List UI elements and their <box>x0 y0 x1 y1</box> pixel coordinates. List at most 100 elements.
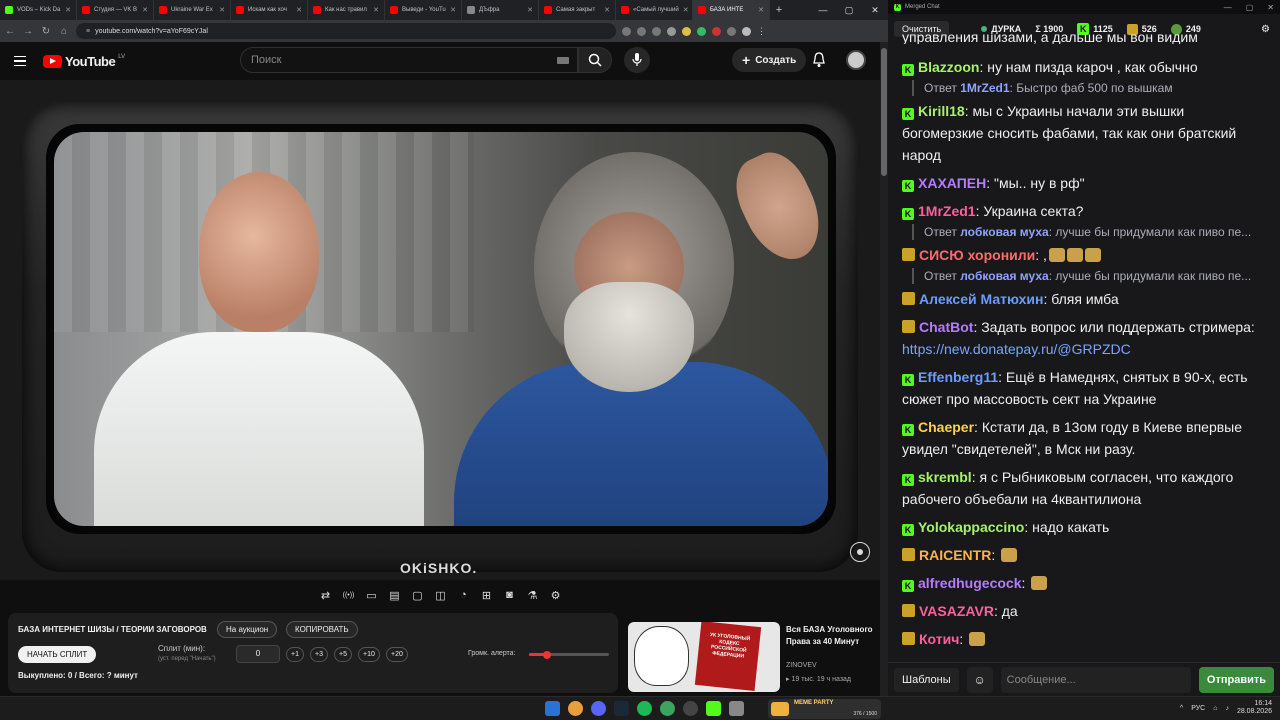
add-icon[interactable]: ⊞ <box>477 586 496 605</box>
chat-username[interactable]: Алексей Матюхин <box>919 291 1043 307</box>
chat-username[interactable]: RAICENTR <box>919 547 991 563</box>
home-icon[interactable]: ⌂ <box>58 26 70 37</box>
spotify-icon[interactable] <box>637 701 652 716</box>
chat-username[interactable]: skrembl <box>918 469 972 485</box>
chat-username[interactable]: Котич <box>919 631 959 647</box>
voice-search-button[interactable] <box>624 47 650 73</box>
chat-username[interactable]: СИСЮ хоронили <box>919 247 1035 263</box>
start-split-button[interactable]: НАЧАТЬ СПЛИТ <box>18 646 97 663</box>
chat-username[interactable]: Effenberg11 <box>918 369 998 385</box>
browser-tab[interactable]: VODs – Kick Da ✕ <box>0 0 77 20</box>
auction-button[interactable]: На аукцион <box>217 621 278 638</box>
url-field[interactable]: ≡ youtube.com/watch?v=aYoF69cYJal <box>76 23 616 39</box>
extensions-puzzle-icon[interactable] <box>727 26 736 36</box>
tab-close-icon[interactable]: ✕ <box>683 6 689 14</box>
browser-tab[interactable]: БАЗА ИНТЕ ✕ <box>693 0 770 20</box>
browser-tab[interactable]: Ukraine War Ex ✕ <box>154 0 231 20</box>
network-icon[interactable]: ⌂ <box>1213 705 1217 712</box>
meme-party-widget[interactable]: MEME PARTY 376 / 1500 <box>768 699 881 719</box>
player-annotation-icon[interactable] <box>850 542 870 562</box>
close-icon[interactable]: ✕ <box>1267 3 1274 12</box>
scrollbar-thumb[interactable] <box>881 48 887 176</box>
speed-icon[interactable]: ◔ <box>454 586 473 605</box>
bell-icon[interactable] <box>812 52 826 68</box>
avatar[interactable] <box>846 50 866 70</box>
video-player[interactable]: OKiSHKO. <box>0 80 880 580</box>
frame-icon[interactable]: ▢ <box>408 586 427 605</box>
copy-button[interactable]: КОПИРОВАТЬ <box>286 621 358 638</box>
volume-thumb[interactable] <box>542 650 551 659</box>
extension-icon[interactable] <box>682 26 691 36</box>
create-button[interactable]: + Создать <box>732 48 807 72</box>
windows-start-icon[interactable] <box>545 701 560 716</box>
increment-button[interactable]: +1 <box>286 647 304 662</box>
close-icon[interactable]: ✕ <box>862 0 888 20</box>
menu-dots-icon[interactable]: ⋮ <box>757 26 766 36</box>
tab-close-icon[interactable]: ✕ <box>373 6 379 14</box>
chat-username[interactable]: ХАХАПЕН <box>918 175 986 191</box>
tab-close-icon[interactable]: ✕ <box>65 6 71 14</box>
maximize-icon[interactable]: ▢ <box>1246 3 1254 12</box>
bookmark-star-icon[interactable] <box>667 26 676 36</box>
chat-username[interactable]: ChatBot <box>919 319 973 335</box>
chat-username[interactable]: alfredhugecock <box>918 575 1021 591</box>
minimize-icon[interactable]: — <box>1224 3 1232 12</box>
youtube-logo[interactable]: YouTube LV <box>43 54 125 69</box>
flask-icon[interactable]: ⚗ <box>523 586 542 605</box>
minimize-icon[interactable]: — <box>810 0 836 20</box>
increment-button[interactable]: +20 <box>386 647 408 662</box>
app-icon[interactable] <box>729 701 744 716</box>
tab-close-icon[interactable]: ✕ <box>296 6 302 14</box>
browser-tab[interactable]: Самая закрыт ✕ <box>539 0 616 20</box>
chat-username[interactable]: Chaeper <box>918 419 974 435</box>
recommended-title[interactable]: Вся БАЗА Уголовного Права за 40 Минут <box>786 624 876 648</box>
menu-icon[interactable] <box>14 55 26 67</box>
recommended-video[interactable]: УК УГОЛОВНЫЙ КОДЕКС РОССИЙСКОЙ ФЕДЕРАЦИИ… <box>628 622 878 694</box>
site-info-icon[interactable]: ≡ <box>86 28 90 35</box>
recommended-thumbnail[interactable]: УК УГОЛОВНЫЙ КОДЕКС РОССИЙСКОЙ ФЕДЕРАЦИИ <box>628 622 780 692</box>
emoji-icon[interactable]: ☺ <box>966 666 993 693</box>
increment-button[interactable]: +10 <box>358 647 380 662</box>
forward-icon[interactable]: → <box>22 26 34 37</box>
tray-chevron-icon[interactable]: ^ <box>1180 705 1183 712</box>
kick-app-icon[interactable] <box>706 701 721 716</box>
increment-button[interactable]: +5 <box>334 647 352 662</box>
tab-close-icon[interactable]: ✕ <box>219 6 225 14</box>
keyboard-icon[interactable] <box>557 57 569 64</box>
pip-icon[interactable]: ◫ <box>431 586 450 605</box>
browser-tab[interactable]: ДЪфра ✕ <box>462 0 539 20</box>
browser-tab[interactable]: «Самый лучший ✕ <box>616 0 693 20</box>
chat-username[interactable]: 1MrZed1 <box>918 203 976 219</box>
steam-icon[interactable] <box>614 701 629 716</box>
alert-volume-slider[interactable] <box>529 650 609 659</box>
profile-icon[interactable] <box>742 26 751 36</box>
tab-close-icon[interactable]: ✕ <box>527 6 533 14</box>
cast-icon[interactable] <box>637 26 646 36</box>
tab-close-icon[interactable]: ✕ <box>450 6 456 14</box>
tab-close-icon[interactable]: ✕ <box>142 6 148 14</box>
chrome-icon[interactable] <box>568 701 583 716</box>
split-minutes-input[interactable]: 0 <box>236 645 280 663</box>
send-button[interactable]: Отправить <box>1198 666 1274 693</box>
chat-username[interactable]: Blazzoon <box>918 59 979 75</box>
discord-icon[interactable] <box>591 701 606 716</box>
obs-icon[interactable] <box>683 701 698 716</box>
back-icon[interactable]: ← <box>4 26 16 37</box>
zoom-icon[interactable] <box>622 26 631 36</box>
language-indicator[interactable]: РУС <box>1191 705 1205 712</box>
maximize-icon[interactable]: ▢ <box>836 0 862 20</box>
recommended-channel[interactable]: ZINOVEV <box>786 662 817 669</box>
chat-username[interactable]: VASAZAVR <box>919 603 994 619</box>
browser-tab[interactable]: Как нас травил ✕ <box>308 0 385 20</box>
search-button[interactable] <box>578 47 612 73</box>
share-icon[interactable] <box>652 26 661 36</box>
chat-link[interactable]: https://new.donatepay.ru/@GRPZDC <box>902 341 1131 357</box>
browser-tab[interactable]: Студия — VK В ✕ <box>77 0 154 20</box>
page-scrollbar[interactable] <box>880 42 888 696</box>
tab-close-icon[interactable]: ✕ <box>758 6 764 14</box>
reload-icon[interactable]: ↻ <box>40 26 52 37</box>
chat-username[interactable]: Yolokappaccino <box>918 519 1024 535</box>
search-input[interactable]: Поиск <box>240 47 578 73</box>
broadcast-icon[interactable]: ((•)) <box>339 586 358 605</box>
templates-button[interactable]: Шаблоны <box>894 667 959 692</box>
